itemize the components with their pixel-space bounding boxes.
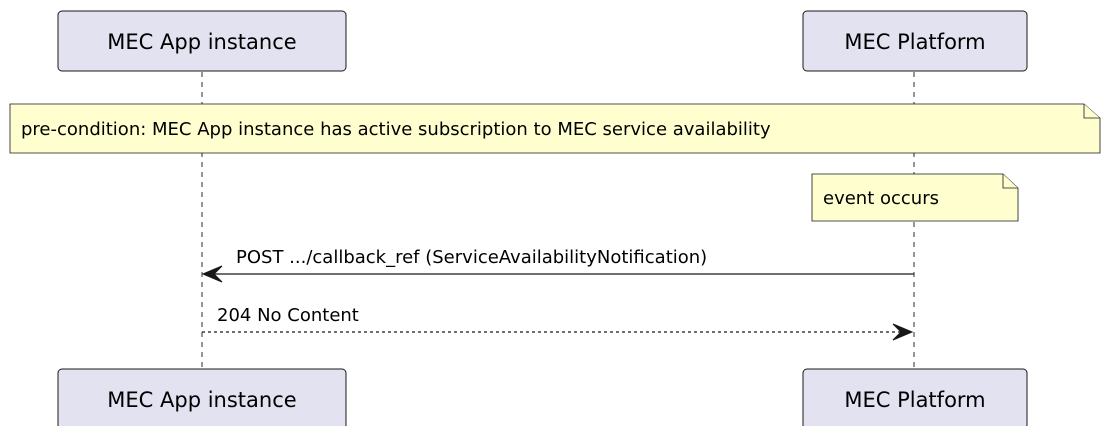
precondition-note-text: pre-condition: MEC App instance has acti… — [21, 119, 771, 140]
arrow-right-icon — [892, 323, 914, 341]
participant-label: MEC App instance — [107, 388, 296, 412]
participant-label: MEC Platform — [844, 388, 985, 412]
precondition-note: pre-condition: MEC App instance has acti… — [9, 103, 1101, 154]
sequence-diagram: MEC App instance MEC Platform pre-condit… — [9, 10, 1101, 426]
event-note: event occurs — [811, 173, 1019, 222]
message-post-callback: POST .../callback_ref (ServiceAvailabili… — [201, 247, 914, 283]
participant-label: MEC App instance — [107, 30, 296, 54]
participant-mec-platform-bottom: MEC Platform — [802, 368, 1028, 426]
message-204-no-content: 204 No Content — [202, 305, 914, 341]
message-post-callback-label: POST .../callback_ref (ServiceAvailabili… — [236, 247, 707, 268]
participant-label: MEC Platform — [844, 30, 985, 54]
participant-mec-app-instance-top: MEC App instance — [57, 10, 347, 72]
message-204-label: 204 No Content — [217, 305, 359, 326]
participant-mec-platform-top: MEC Platform — [802, 10, 1028, 72]
participant-mec-app-instance-bottom: MEC App instance — [57, 368, 347, 426]
event-note-text: event occurs — [823, 188, 939, 209]
